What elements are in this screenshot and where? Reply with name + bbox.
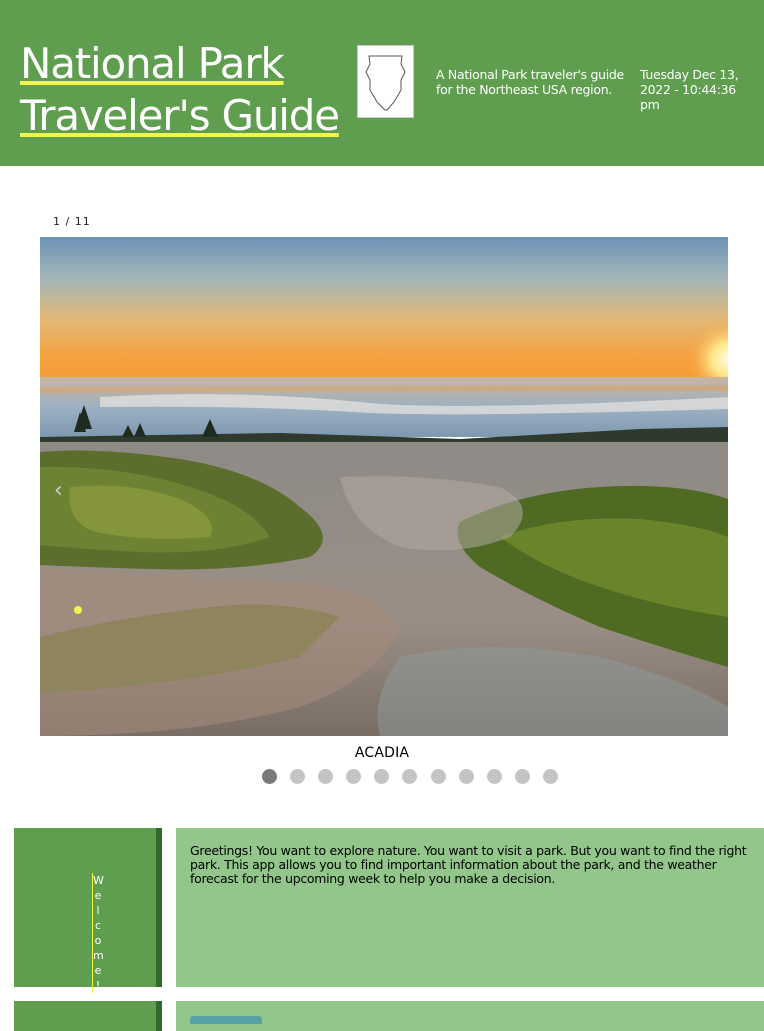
welcome-label-char: l: [96, 904, 100, 917]
welcome-text: Greetings! You want to explore nature. Y…: [190, 843, 747, 886]
welcome-label-char: c: [94, 919, 102, 932]
site-title: National Park Traveler's Guide: [20, 38, 350, 142]
carousel-dot[interactable]: [486, 769, 502, 784]
carousel-dot[interactable]: [346, 769, 362, 784]
tagline-text: A National Park traveler's guide for the…: [436, 67, 624, 97]
carousel-dot[interactable]: [374, 769, 390, 784]
slide-caption: ACADIA: [354, 745, 410, 761]
carousel-dot[interactable]: [318, 769, 334, 784]
next-card: [176, 1001, 764, 1031]
site-title-line1: National Park: [20, 39, 285, 88]
welcome-label-char: e: [94, 889, 102, 902]
carousel-prev-button[interactable]: ‹: [54, 478, 63, 504]
carousel-dot[interactable]: [430, 769, 446, 784]
slide-counter: 1 / 11: [53, 215, 91, 228]
acadia-sunrise-photo: [40, 237, 728, 736]
carousel-dot[interactable]: [290, 769, 306, 784]
carousel-slide-image[interactable]: [40, 237, 728, 736]
carousel-dots: [262, 769, 566, 785]
welcome-label-char: !: [95, 979, 101, 992]
site-header: National Park Traveler's Guide A Nationa…: [0, 0, 764, 166]
carousel-dot[interactable]: [402, 769, 418, 784]
tagline: A National Park traveler's guide for the…: [436, 67, 754, 112]
next-card-tab[interactable]: [190, 1016, 262, 1024]
welcome-vertical-label: W e l c o m e !: [92, 873, 104, 993]
welcome-card: Greetings! You want to explore nature. Y…: [176, 828, 764, 987]
welcome-label-char: W: [93, 874, 104, 887]
current-datetime: Tuesday Dec 13, 2022 - 10:44:36 pm: [640, 67, 739, 112]
welcome-label-char: e: [94, 964, 102, 977]
welcome-card-sidebar: W e l c o m e !: [14, 828, 162, 993]
carousel-dot[interactable]: [458, 769, 474, 784]
carousel-dot[interactable]: [514, 769, 530, 784]
welcome-label-char: m: [93, 949, 104, 962]
carousel-dot[interactable]: [262, 769, 277, 784]
arrowhead-icon: [365, 55, 406, 111]
carousel-dot[interactable]: [542, 769, 558, 784]
park-logo: [357, 45, 414, 118]
site-title-line2: Traveler's Guide: [20, 91, 340, 140]
welcome-label-char: o: [94, 934, 102, 947]
next-card-sidebar: [14, 1001, 162, 1031]
